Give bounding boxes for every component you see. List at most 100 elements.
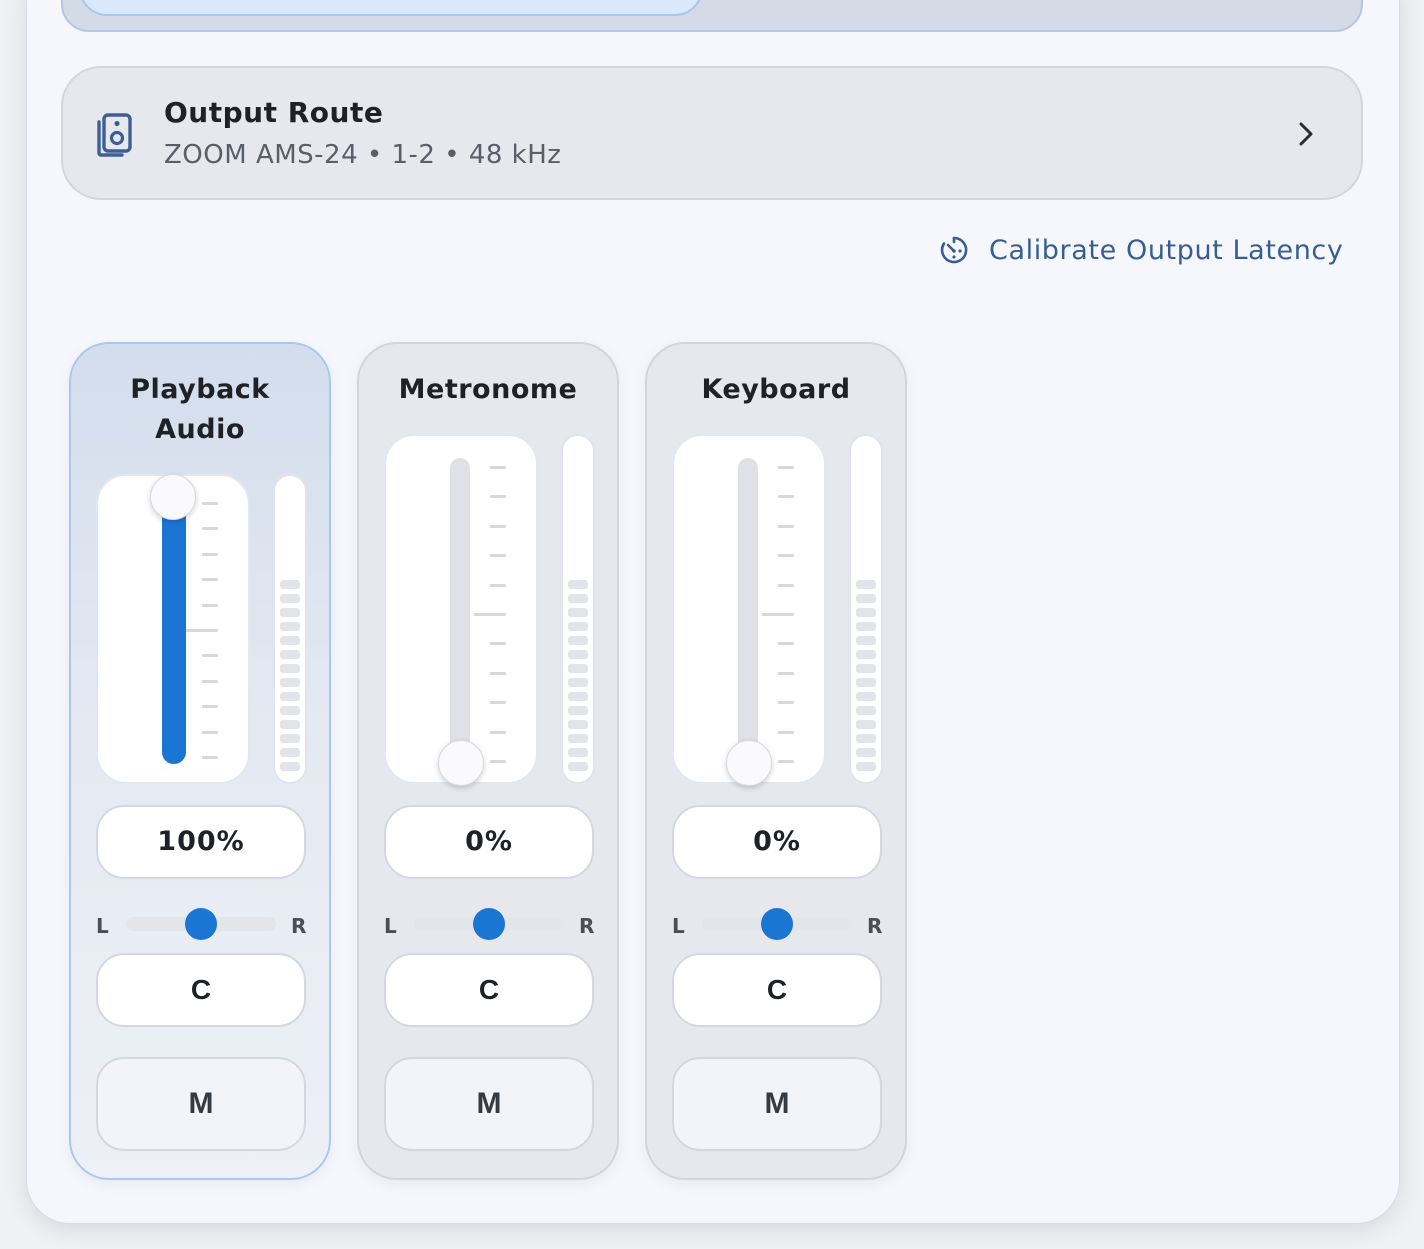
mute-button[interactable]: M (384, 1057, 594, 1151)
segmented-control[interactable] (61, 0, 1363, 32)
fader-scale-tick (490, 701, 506, 705)
channel-name: Metronome (359, 370, 617, 410)
level-meter (849, 434, 883, 784)
channel-name: Playback Audio (71, 370, 329, 450)
volume-value[interactable]: 0% (672, 805, 882, 879)
pan-left-label: L (672, 914, 685, 938)
meter-segment (568, 692, 588, 701)
fader-scale-tick (202, 730, 218, 734)
channel-strip-keyboard[interactable]: Keyboard 0% L R C M (645, 342, 907, 1180)
fader-scale-tick (202, 502, 218, 505)
pan-knob[interactable] (761, 908, 793, 940)
volume-fader[interactable] (384, 434, 538, 786)
volume-fader[interactable] (96, 474, 250, 784)
fader-scale-tick (202, 679, 218, 683)
level-meter (273, 474, 307, 784)
fader-scale-tick (778, 671, 794, 675)
fader-scale-tick (778, 554, 794, 558)
meter-segment (856, 706, 876, 715)
mute-button[interactable]: M (672, 1057, 882, 1151)
fader-scale-tick (202, 603, 218, 607)
meter-segment (856, 748, 876, 757)
chevron-right-icon (1299, 122, 1313, 146)
fader-scale-tick (186, 629, 218, 632)
volume-value[interactable]: 0% (384, 805, 594, 879)
channel-strip-playback-audio[interactable]: Playback Audio 100% L R C M (69, 342, 331, 1180)
calibrate-latency-button[interactable]: Calibrate Output Latency (939, 230, 1343, 270)
center-pan-button[interactable]: C (384, 953, 594, 1027)
pan-right-label: R (291, 914, 307, 938)
fader-scale-tick (490, 671, 506, 675)
fader-scale-tick (762, 613, 794, 616)
meter-segment (568, 734, 588, 743)
volume-value[interactable]: 100% (96, 805, 306, 879)
fader-scale-tick (490, 642, 506, 646)
fader-scale-tick (202, 527, 218, 531)
fader-track (738, 458, 758, 768)
timer-icon (940, 236, 968, 264)
meter-segment (856, 720, 876, 729)
meter-segment (280, 692, 300, 701)
fader-scale-tick (778, 583, 794, 587)
fader-scale-tick (490, 524, 506, 528)
fader-scale-tick (202, 756, 218, 759)
meter-segment (280, 650, 300, 659)
meter-segment (856, 664, 876, 673)
channel-name-line1: Keyboard (701, 374, 851, 405)
fader-knob[interactable] (438, 740, 484, 786)
meter-segment (280, 636, 300, 645)
fader-scale-tick (490, 466, 506, 469)
meter-segment (280, 762, 300, 771)
pan-knob[interactable] (185, 908, 217, 940)
pan-left-label: L (384, 914, 397, 938)
fader-scale-tick (490, 730, 506, 734)
center-pan-button[interactable]: C (672, 953, 882, 1027)
meter-segment (568, 720, 588, 729)
fader-fill (162, 494, 186, 764)
meter-segment (568, 622, 588, 631)
center-pan-button[interactable]: C (96, 953, 306, 1027)
pan-knob[interactable] (473, 908, 505, 940)
channel-name-line1: Metronome (398, 374, 578, 405)
meter-segment (856, 622, 876, 631)
level-meter (561, 434, 595, 784)
meter-segment (856, 650, 876, 659)
meter-segment (568, 650, 588, 659)
meter-segment (856, 734, 876, 743)
fader-scale-tick (778, 642, 794, 646)
fader-scale-tick (202, 578, 218, 582)
fader-knob[interactable] (150, 474, 196, 520)
channel-name: Keyboard (647, 370, 905, 410)
segmented-control-active-option[interactable] (79, 0, 703, 16)
meter-segment (568, 580, 588, 589)
fader-scale-tick (778, 524, 794, 528)
meter-segment (280, 706, 300, 715)
meter-segment (568, 706, 588, 715)
meter-segment (280, 678, 300, 687)
pan-left-label: L (96, 914, 109, 938)
fader-scale-tick (778, 466, 794, 469)
meter-segment (856, 580, 876, 589)
volume-fader[interactable] (672, 434, 826, 786)
fader-scale-tick (474, 613, 506, 616)
meter-segment (568, 762, 588, 771)
meter-segment (280, 608, 300, 617)
meter-segment (568, 748, 588, 757)
meter-segment (280, 748, 300, 757)
output-route-card[interactable]: Output Route ZOOM AMS-24 • 1-2 • 48 kHz (61, 66, 1363, 200)
output-route-title: Output Route (164, 96, 384, 129)
fader-knob[interactable] (726, 740, 772, 786)
mute-button[interactable]: M (96, 1057, 306, 1151)
meter-segment (280, 622, 300, 631)
fader-scale-tick (778, 701, 794, 705)
fader-scale-tick (490, 554, 506, 558)
fader-scale-tick (202, 654, 218, 658)
meter-segment (280, 594, 300, 603)
output-route-subtitle: ZOOM AMS-24 • 1-2 • 48 kHz (164, 140, 562, 170)
meter-segment (856, 608, 876, 617)
fader-scale-tick (778, 730, 794, 734)
fader-scale-tick (490, 760, 506, 763)
fader-track (450, 458, 470, 768)
channel-strip-metronome[interactable]: Metronome 0% L R C M (357, 342, 619, 1180)
pan-right-label: R (579, 914, 595, 938)
